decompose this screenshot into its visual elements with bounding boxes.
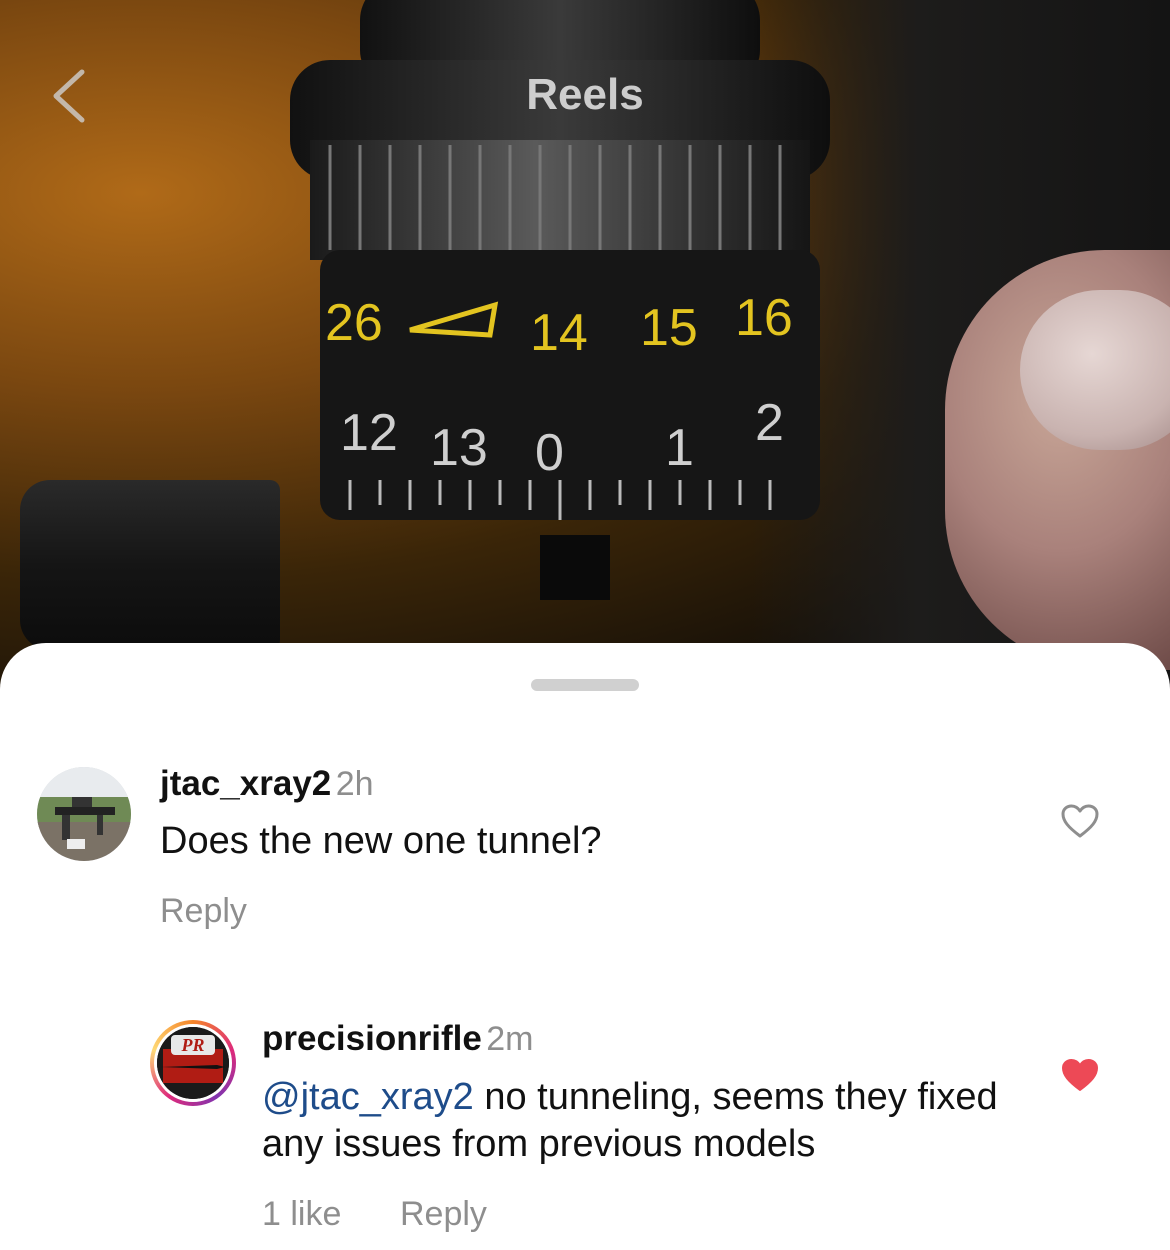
svg-text:15: 15 [640,299,698,357]
svg-text:26: 26 [325,294,383,352]
comment-time: 2m [486,1020,534,1058]
comment-text: @jtac_xray2 no tunneling, seems they fix… [262,1074,1042,1168]
comment-header: jtac_xray2 2h [160,764,374,804]
likes-count[interactable]: 1 like [262,1195,341,1234]
reply-button[interactable]: Reply [160,892,247,931]
svg-text:13: 13 [430,419,488,477]
comment-time: 2h [335,765,374,803]
precisionrifle-logo: PR [157,1027,229,1099]
reply-button[interactable]: Reply [400,1195,487,1234]
comment-text: Does the new one tunnel? [160,820,602,862]
comment-username[interactable]: precisionrifle [262,1019,482,1058]
heart-outline-icon [1061,804,1099,838]
comment-header: precisionrifle 2m [262,1019,533,1059]
avatar-logo: PR [157,1027,229,1099]
like-button[interactable] [1060,803,1100,844]
svg-text:1: 1 [665,419,694,477]
comment-username[interactable]: jtac_xray2 [160,764,331,803]
page-title: Reels [526,70,644,119]
heart-filled-icon [1062,1059,1098,1091]
mention-link[interactable]: @jtac_xray2 [262,1076,474,1118]
avatar[interactable] [37,767,131,861]
svg-text:16: 16 [735,289,793,347]
svg-text:2: 2 [755,394,784,452]
avatar-photo [37,767,131,861]
parallax-knob [20,480,280,650]
svg-text:0: 0 [535,424,564,482]
like-button[interactable] [1060,1057,1100,1098]
avatar[interactable]: PR [150,1020,236,1106]
thumbnail-nail [1020,290,1170,450]
sheet-drag-handle[interactable] [531,679,639,691]
svg-text:12: 12 [340,404,398,462]
svg-text:PR: PR [180,1035,204,1055]
svg-text:14: 14 [530,304,588,362]
avatar-gap: PR [154,1024,232,1102]
